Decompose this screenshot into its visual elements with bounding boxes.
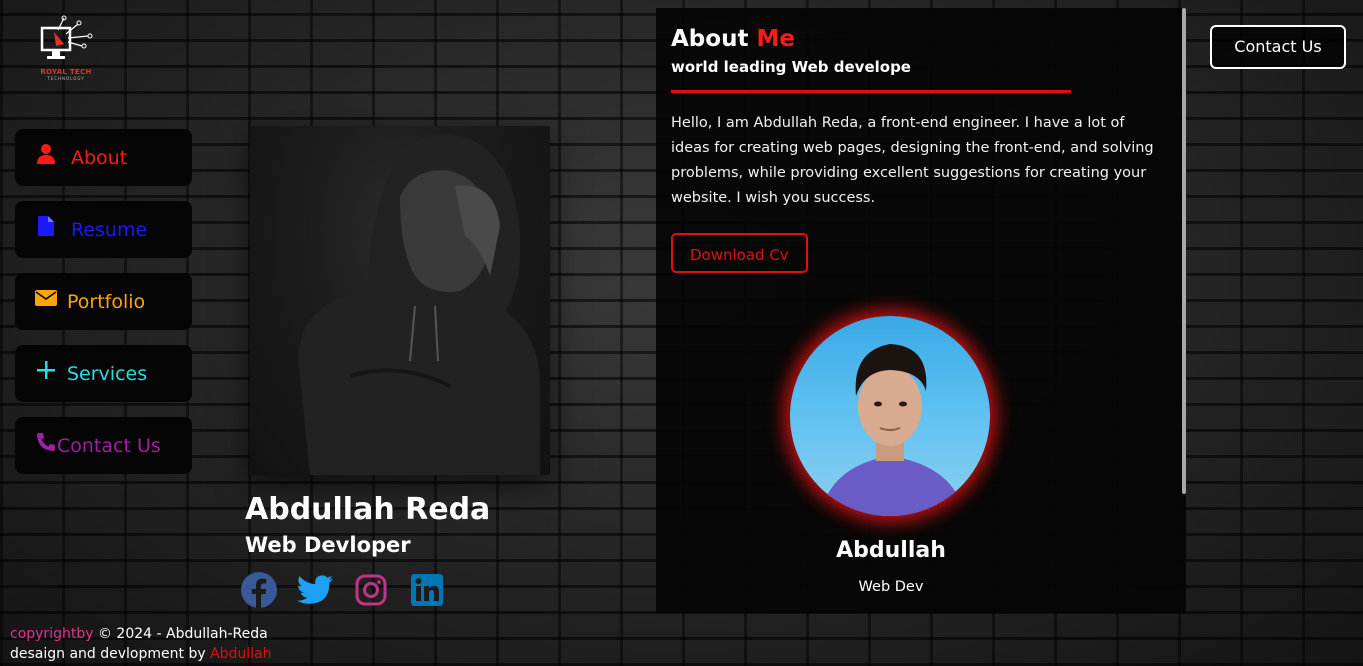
plus-icon [35, 359, 57, 381]
about-paragraph: Hello, I am Abdullah Reda, a front-end e… [671, 115, 1154, 206]
copyright-text: © 2024 - Abdullah-Reda [93, 626, 268, 642]
linkedin-icon[interactable] [408, 571, 446, 609]
copyright-line: copyrightby © 2024 - Abdullah-Reda [10, 624, 272, 644]
scrollbar[interactable] [1182, 8, 1186, 494]
avatar-portrait [820, 344, 965, 516]
file-icon [35, 215, 57, 237]
nav-item-label: About [71, 146, 128, 169]
profile-role: Web Devloper [245, 533, 411, 557]
facebook-icon[interactable] [240, 571, 278, 609]
envelope-icon [35, 287, 57, 309]
profile-photo [250, 126, 550, 475]
profile-name: Abdullah Reda [245, 492, 491, 527]
credit-name[interactable]: Abdullah [210, 646, 271, 662]
nav-item-contact[interactable]: Contact Us [15, 417, 192, 474]
about-card: About Me world leading Web develope Hell… [656, 8, 1186, 613]
social-links [240, 571, 464, 609]
credit-line: desaign and devlopment by Abdullah [10, 644, 272, 664]
nav-item-label: Portfolio [67, 290, 146, 313]
hooded-person-illustration [298, 134, 540, 475]
nav-item-resume[interactable]: Resume [15, 201, 192, 258]
nav-item-services[interactable]: Services [15, 345, 192, 402]
nav-item-label: Services [67, 362, 148, 385]
nav-item-label: Resume [71, 218, 148, 241]
avatar-role: Web Dev [858, 579, 924, 595]
nav-item-about[interactable]: About [15, 129, 192, 186]
sidebar-nav: About Resume Portfolio Services Contact … [15, 129, 192, 489]
download-cv-button[interactable]: Download Cv [671, 233, 808, 273]
avatar-name: Abdullah [836, 538, 946, 563]
about-title: About Me [671, 24, 1171, 54]
about-divider [671, 90, 1071, 93]
nav-item-portfolio[interactable]: Portfolio [15, 273, 192, 330]
credit-prefix: desaign and devlopment by [10, 646, 211, 662]
about-subtitle: world leading Web develope [671, 58, 911, 76]
about-title-prefix: About [671, 26, 749, 52]
logo-name: ROYAL TECH [40, 68, 92, 76]
footer: copyrightby © 2024 - Abdullah-Reda desai… [10, 624, 272, 664]
contact-us-button[interactable]: Contact Us [1210, 25, 1346, 69]
twitter-icon[interactable] [296, 571, 334, 609]
monitor-logo-icon [40, 15, 93, 59]
avatar [790, 316, 990, 516]
instagram-icon[interactable] [352, 571, 390, 609]
copyright-word: copyrightby [10, 626, 94, 642]
about-title-accent: Me [756, 26, 795, 52]
phone-icon [35, 431, 57, 453]
logo-tagline: TECHNOLOGY [47, 76, 85, 81]
logo[interactable]: ROYAL TECH TECHNOLOGY [34, 14, 98, 86]
nav-item-label: Contact Us [57, 434, 161, 457]
user-icon [35, 143, 57, 165]
